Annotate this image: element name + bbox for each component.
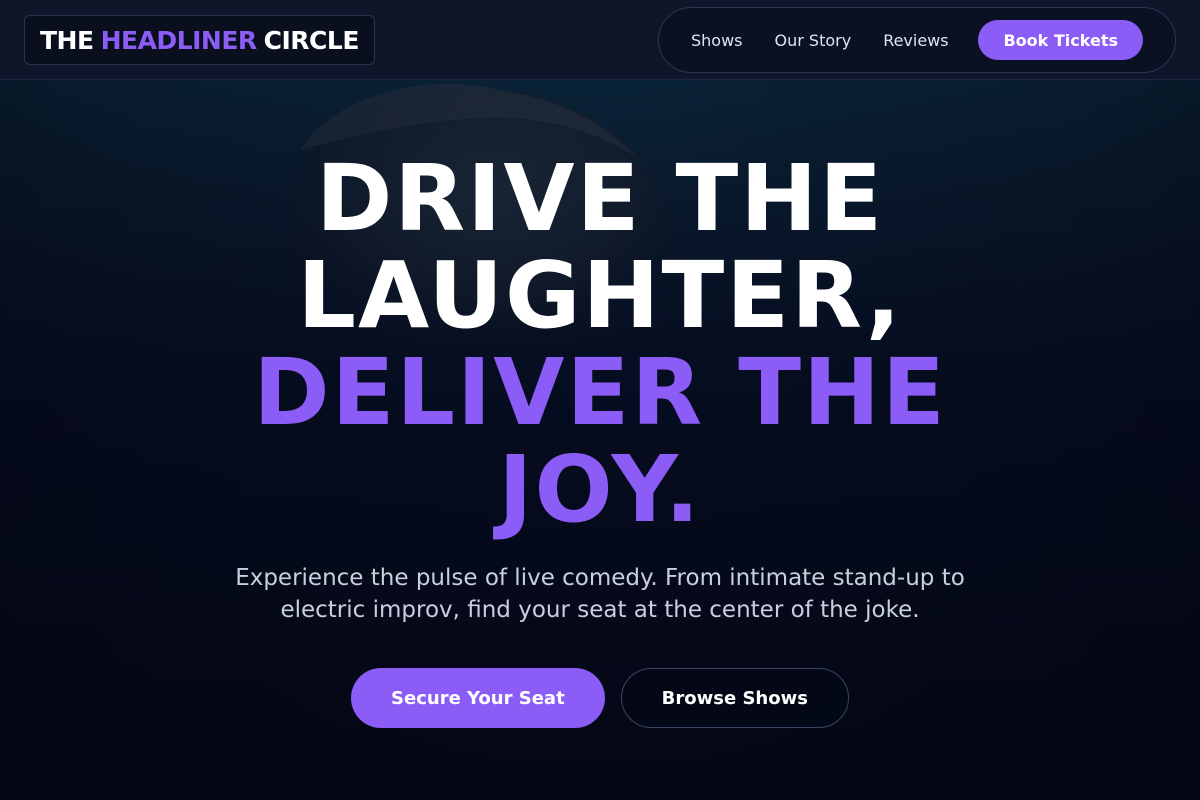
site-logo[interactable]: THE HEADLINER CIRCLE [24, 15, 375, 65]
logo-word-the: THE [40, 25, 94, 55]
book-tickets-button[interactable]: Book Tickets [978, 20, 1143, 60]
main-nav: Shows Our Story Reviews Book Tickets [658, 7, 1176, 73]
headline-line-4: JOY. [498, 436, 702, 543]
hero-headline: DRIVE THE LAUGHTER, DELIVER THE JOY. [200, 150, 1000, 538]
hero-subtitle: Experience the pulse of live comedy. Fro… [235, 565, 965, 623]
hero-cta-row: Secure Your Seat Browse Shows [0, 668, 1200, 728]
nav-item-our-story[interactable]: Our Story [775, 31, 852, 50]
site-header: THE HEADLINER CIRCLE Shows Our Story Rev… [0, 0, 1200, 80]
headline-line-1: DRIVE THE [315, 145, 885, 252]
headline-line-2: LAUGHTER, [297, 242, 903, 349]
browse-shows-button[interactable]: Browse Shows [620, 668, 849, 728]
secure-your-seat-button[interactable]: Secure Your Seat [351, 668, 605, 728]
hero-section: DRIVE THE LAUGHTER, DELIVER THE JOY. Exp… [0, 150, 1200, 728]
logo-word-circle: CIRCLE [263, 25, 360, 55]
headline-line-3: DELIVER THE [253, 339, 947, 446]
logo-word-headliner: HEADLINER [100, 25, 258, 55]
landing-page: THE HEADLINER CIRCLE Shows Our Story Rev… [0, 0, 1200, 800]
nav-item-shows[interactable]: Shows [691, 31, 743, 50]
nav-item-reviews[interactable]: Reviews [883, 31, 948, 50]
